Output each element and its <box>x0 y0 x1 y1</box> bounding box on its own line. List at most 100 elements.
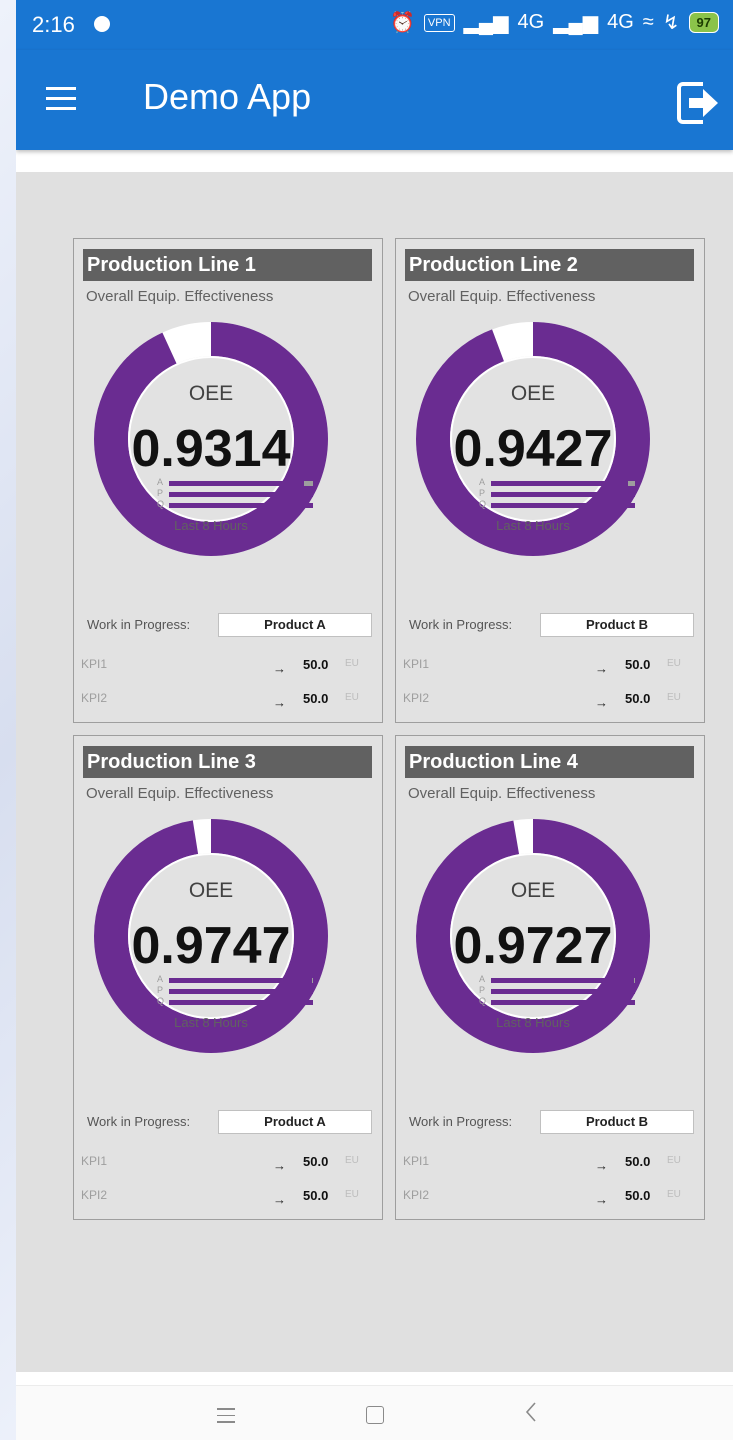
apq-bar-fill <box>169 481 305 486</box>
oee-label: OEE <box>188 382 234 405</box>
trend-arrow-icon: → <box>595 1158 608 1173</box>
wifi-icon: ≈ <box>642 11 654 33</box>
kpi-label: KPI1 <box>403 1154 430 1168</box>
wip-value: Product A <box>218 1110 372 1134</box>
notification-icon <box>94 16 110 32</box>
apq-bar-track <box>169 503 313 508</box>
wip-label: Work in Progress: <box>87 1114 191 1129</box>
apq-bar-row: P <box>157 488 313 499</box>
kpi-value: 50.0 <box>303 1188 329 1203</box>
wip-label: Work in Progress: <box>409 617 513 632</box>
production-line-card[interactable]: Production Line 4 Overall Equip. Effecti… <box>395 735 705 1220</box>
apq-bar-track <box>491 989 635 994</box>
kpi-label: KPI2 <box>403 1188 430 1202</box>
apq-bar-fill <box>169 989 313 994</box>
apq-bar-track <box>169 492 313 497</box>
oee-label: OEE <box>188 879 234 902</box>
apq-bar-fill <box>169 492 313 497</box>
alarm-icon: ⏰ <box>390 12 415 34</box>
card-title: Production Line 3 <box>83 746 372 778</box>
wip-value: Product B <box>540 613 694 637</box>
oee-value: 0.9314 <box>131 420 291 478</box>
apq-bar-fill <box>491 492 635 497</box>
wip-label: Work in Progress: <box>87 617 191 632</box>
apq-bar-letter: A <box>479 477 486 487</box>
apq-bar-letter: A <box>479 974 486 984</box>
card-subtitle: Overall Equip. Effectiveness <box>86 785 274 802</box>
kpi-value: 50.0 <box>625 691 651 706</box>
apq-bars: A P Q <box>157 974 313 1009</box>
oee-gauge: OEE 0.9427 A P Q Last 8 Hours <box>413 319 653 559</box>
apq-bar-fill <box>491 481 628 486</box>
apq-bar-track <box>491 1000 635 1005</box>
kpi-value: 50.0 <box>625 657 651 672</box>
kpi-label: KPI1 <box>81 1154 108 1168</box>
kpi-label: KPI1 <box>81 657 108 671</box>
apq-bar-track <box>491 481 635 486</box>
signal-icon: ▂▄▆ <box>463 12 509 34</box>
apq-bar-letter: A <box>157 974 164 984</box>
production-line-card[interactable]: Production Line 2 Overall Equip. Effecti… <box>395 238 705 723</box>
system-nav-bar <box>16 1385 733 1440</box>
kpi-value: 50.0 <box>625 1154 651 1169</box>
trend-arrow-icon: → <box>273 661 286 676</box>
network-type-1: 4G <box>517 11 545 33</box>
apq-bar-track <box>491 503 635 508</box>
kpi-value: 50.0 <box>303 1154 329 1169</box>
status-icons: ⏰ VPN ▂▄▆ 4G ▂▄▆ 4G ≈ ↯ 97 <box>390 10 719 35</box>
apq-bar-row: A <box>157 477 313 488</box>
kpi-unit: EU <box>345 658 359 669</box>
apq-bar-row: A <box>157 974 313 985</box>
kpi-unit: EU <box>667 1189 681 1200</box>
card-subtitle: Overall Equip. Effectiveness <box>408 785 596 802</box>
oee-gauge: OEE 0.9747 A P Q Last 8 Hours <box>91 816 331 1056</box>
production-line-card[interactable]: Production Line 1 Overall Equip. Effecti… <box>73 238 383 723</box>
card-subtitle: Overall Equip. Effectiveness <box>408 288 596 305</box>
period-label: Last 8 Hours <box>496 518 570 533</box>
apq-bar-track <box>169 978 313 983</box>
kpi-label: KPI1 <box>403 657 430 671</box>
oee-value: 0.9727 <box>453 917 613 975</box>
battery-icon: 97 <box>688 12 719 33</box>
apq-bar-fill <box>169 1000 313 1005</box>
kpi-unit: EU <box>345 1155 359 1166</box>
status-bar: 2:16 ⏰ VPN ▂▄▆ 4G ▂▄▆ 4G ≈ ↯ 97 <box>16 0 733 50</box>
oee-gauge: OEE 0.9314 A P Q Last 8 Hours <box>91 319 331 559</box>
trend-arrow-icon: → <box>595 1192 608 1207</box>
phone-screen: 2:16 ⏰ VPN ▂▄▆ 4G ▂▄▆ 4G ≈ ↯ 97 Demo App… <box>16 0 733 1440</box>
apq-bar-fill <box>491 978 634 983</box>
oee-label: OEE <box>510 382 556 405</box>
kpi-value: 50.0 <box>625 1188 651 1203</box>
card-title: Production Line 2 <box>405 249 694 281</box>
wip-value: Product B <box>540 1110 694 1134</box>
apq-bar-track <box>169 1000 313 1005</box>
app-bar: Demo App <box>16 50 733 150</box>
apq-bars: A P Q <box>479 974 635 1009</box>
apq-bar-row: Q <box>479 996 635 1007</box>
apq-bar-letter: P <box>479 488 486 498</box>
status-time: 2:16 <box>32 12 75 37</box>
trend-arrow-icon: → <box>273 695 286 710</box>
apq-bar-fill <box>169 978 312 983</box>
production-line-card[interactable]: Production Line 3 Overall Equip. Effecti… <box>73 735 383 1220</box>
recent-apps-icon[interactable] <box>217 1408 235 1424</box>
wip-label: Work in Progress: <box>409 1114 513 1129</box>
apq-bar-row: P <box>157 985 313 996</box>
apq-bar-letter: Q <box>479 499 487 509</box>
kpi-value: 50.0 <box>303 691 329 706</box>
home-icon[interactable] <box>366 1406 384 1424</box>
oee-gauge: OEE 0.9727 A P Q Last 8 Hours <box>413 816 653 1056</box>
apq-bar-letter: Q <box>157 996 165 1006</box>
apq-bar-row: Q <box>157 499 313 510</box>
vpn-icon: VPN <box>423 13 455 32</box>
apq-bar-letter: P <box>479 985 486 995</box>
app-title: Demo App <box>143 76 312 117</box>
back-icon[interactable] <box>522 1400 540 1424</box>
apq-bar-letter: A <box>157 477 164 487</box>
apq-bar-fill <box>491 503 635 508</box>
hamburger-icon[interactable] <box>46 87 76 113</box>
kpi-label: KPI2 <box>81 691 108 705</box>
logout-icon[interactable] <box>673 78 723 128</box>
apq-bar-fill <box>169 503 313 508</box>
apq-bar-row: P <box>479 985 635 996</box>
